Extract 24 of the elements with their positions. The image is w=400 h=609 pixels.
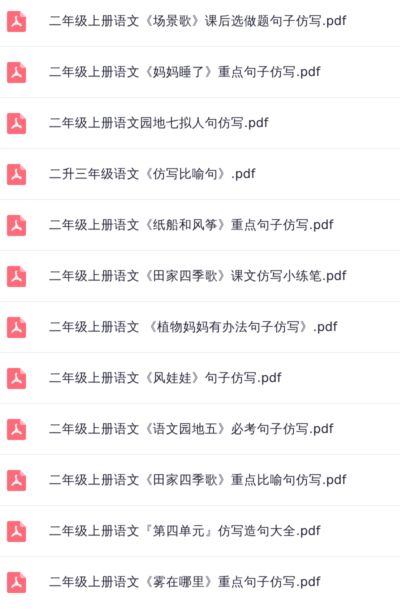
file-name-link[interactable]: 二年级上册语文园地七拟人句仿写.pdf bbox=[49, 114, 268, 132]
file-name-link[interactable]: 二升三年级语文《仿写比喻句》.pdf bbox=[49, 164, 256, 184]
file-name-link[interactable]: 二年级上册语文《纸船和风筝》重点句子仿写.pdf bbox=[49, 216, 334, 234]
file-name-link[interactable]: 二年级上册语文《场景歌》课后选做题句子仿写.pdf bbox=[49, 12, 346, 30]
pdf-file-icon bbox=[7, 112, 26, 134]
file-name-link[interactable]: 二年级上册语文『第四单元』仿写造句大全.pdf bbox=[49, 522, 320, 540]
pdf-file-icon bbox=[7, 266, 26, 286]
pdf-file-icon bbox=[7, 214, 26, 236]
pdf-file-icon bbox=[7, 62, 26, 82]
pdf-file-icon bbox=[7, 418, 26, 440]
file-name-link[interactable]: 二年级上册语文《妈妈睡了》重点句子仿写.pdf bbox=[49, 62, 320, 82]
pdf-file-icon bbox=[7, 10, 26, 32]
file-name-link[interactable]: 二年级上册语文《田家四季歌》课文仿写小练笔.pdf bbox=[49, 266, 346, 286]
pdf-file-icon bbox=[7, 368, 26, 388]
file-name-link[interactable]: 二年级上册语文《风娃娃》句子仿写.pdf bbox=[49, 368, 282, 388]
file-name-link[interactable]: 二年级上册语文《雾在哪里》重点句子仿写.pdf bbox=[49, 573, 320, 592]
pdf-file-icon bbox=[7, 520, 26, 542]
pdf-file-icon bbox=[7, 572, 26, 593]
pdf-file-icon bbox=[7, 316, 26, 338]
pdf-file-icon bbox=[7, 470, 26, 490]
file-name-link[interactable]: 二年级上册语文《田家四季歌》重点比喻句仿写.pdf bbox=[49, 470, 346, 490]
file-name-link[interactable]: 二年级上册语文 《植物妈妈有办法句子仿写》.pdf bbox=[49, 318, 338, 336]
pdf-file-icon bbox=[7, 164, 26, 184]
file-name-link[interactable]: 二年级上册语文《语文园地五》必考句子仿写.pdf bbox=[49, 420, 334, 438]
